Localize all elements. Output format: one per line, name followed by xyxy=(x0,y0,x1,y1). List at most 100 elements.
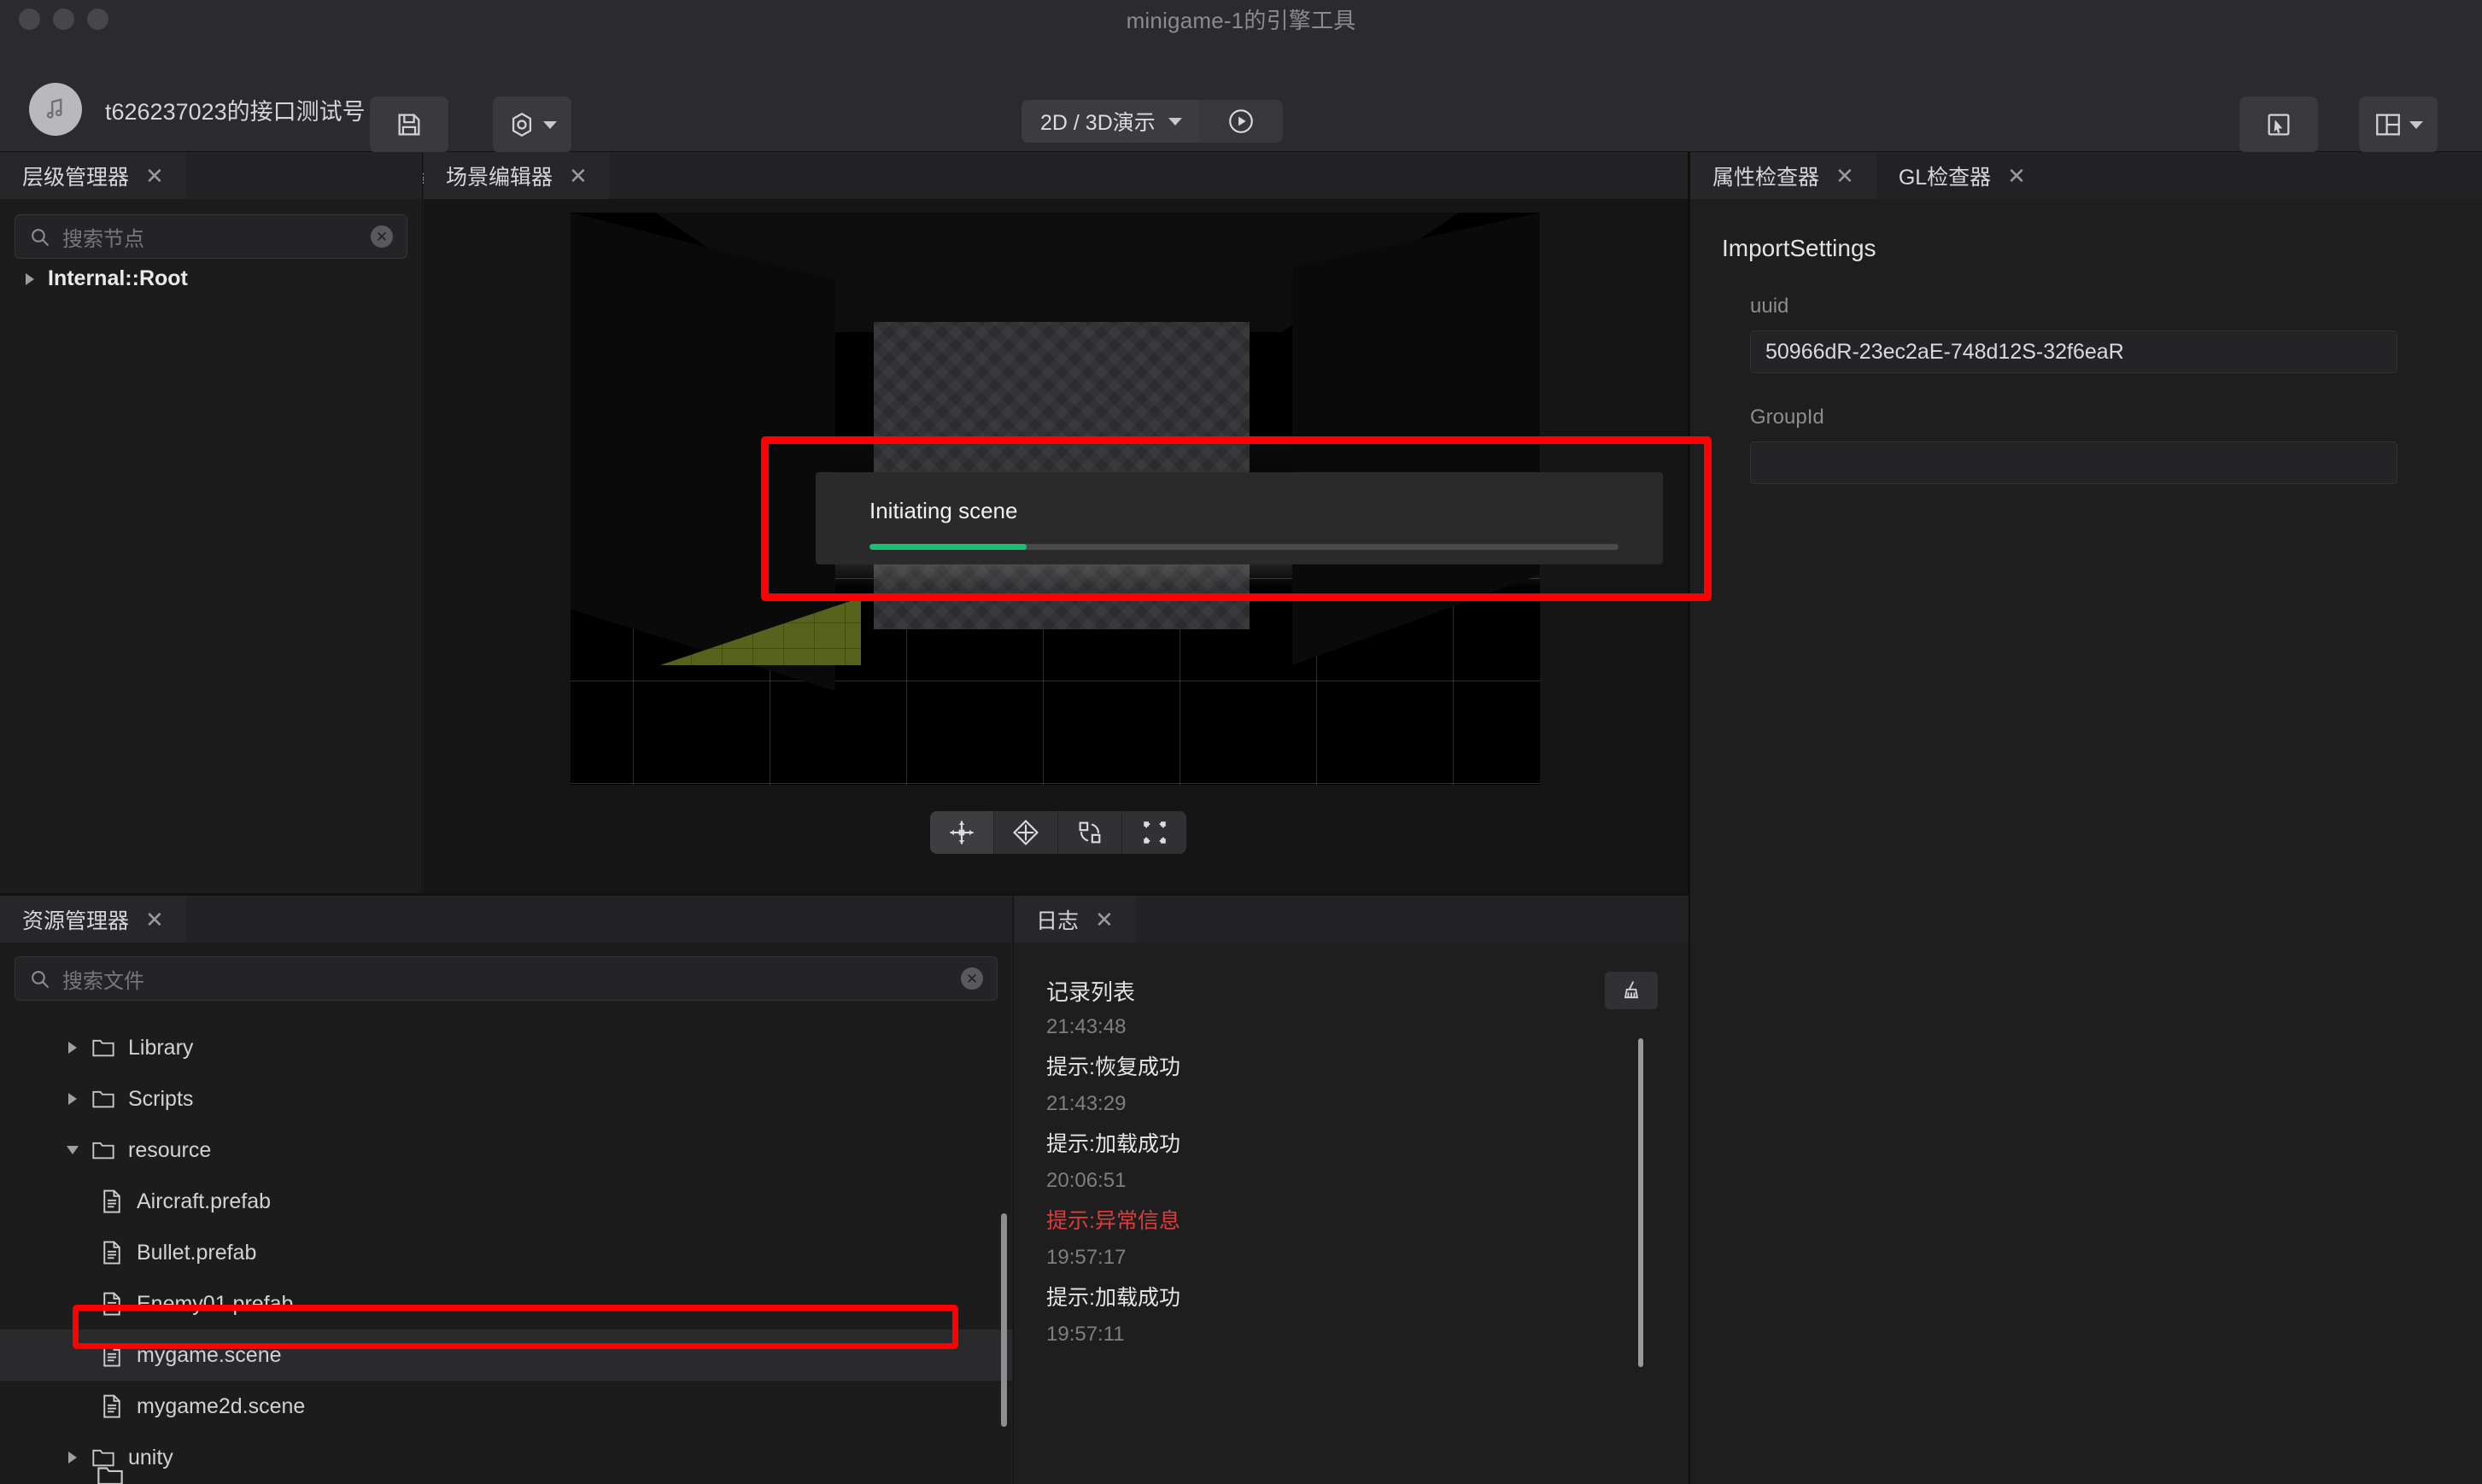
close-icon[interactable]: ✕ xyxy=(1835,165,1854,187)
tab-property-inspector[interactable]: 属性检查器 ✕ xyxy=(1690,152,1876,199)
tab-log[interactable]: 日志 ✕ xyxy=(1014,896,1136,943)
hierarchy-panel: 层级管理器 ✕ 搜索节点 ✕ Internal::Root xyxy=(0,152,423,895)
close-icon[interactable]: ✕ xyxy=(569,165,588,187)
log-entry-list: 21:43:48 提示:恢复成功 21:43:29 提示:加载成功 20:06:51 提示… xyxy=(1014,1015,1689,1484)
tab-hierarchy-label: 层级管理器 xyxy=(22,165,130,190)
search-icon xyxy=(32,970,49,988)
play-button[interactable] xyxy=(1198,100,1283,143)
chevron-right-icon[interactable] xyxy=(19,272,41,285)
folder-icon xyxy=(92,1039,114,1057)
tree-file-row[interactable]: Bullet.prefab xyxy=(0,1227,1012,1278)
save-icon xyxy=(398,114,420,136)
log-entry-message: 提示:恢复成功 xyxy=(1046,1055,1180,1079)
hierarchy-tree: Internal::Root xyxy=(0,259,422,299)
log-entry: 21:43:29 提示:加载成功 xyxy=(1014,1092,1689,1158)
mode-selector-label: 2D / 3D演示 xyxy=(1040,111,1156,135)
clear-log-button[interactable] xyxy=(1605,972,1658,1009)
hierarchy-search-placeholder: 搜索节点 xyxy=(62,227,144,251)
resource-file-tree: Library Scripts resource Aircraft.prefab Bul… xyxy=(0,1022,1012,1484)
selected-file-highlight-box xyxy=(73,1305,958,1349)
play-circle-icon xyxy=(1228,109,1253,133)
tab-scene-editor-label: 场景编辑器 xyxy=(446,165,553,190)
tree-folder-row[interactable]: unity xyxy=(0,1432,1012,1483)
resource-search-input[interactable]: 搜索文件 ✕ xyxy=(15,956,998,1001)
save-button[interactable] xyxy=(370,96,448,153)
field-uuid-input[interactable]: 50966dR-23ec2aE-748d12S-32f6eaR xyxy=(1750,330,2397,373)
folder-icon xyxy=(85,1035,121,1060)
resource-manager-panel: 资源管理器 ✕ 搜索文件 ✕ Library Scripts resource Air… xyxy=(0,896,1012,1484)
scale-bbox-icon xyxy=(1143,821,1166,844)
chevron-down-icon xyxy=(1168,117,1182,126)
folder-icon xyxy=(92,1142,114,1160)
log-scrollbar[interactable] xyxy=(1638,1038,1643,1367)
field-groupid-input[interactable] xyxy=(1750,441,2397,484)
log-header: 记录列表 xyxy=(1014,943,1689,1009)
tab-scene-editor[interactable]: 场景编辑器 ✕ xyxy=(424,152,610,199)
folder-icon xyxy=(92,1090,114,1108)
resource-tabbar-filler xyxy=(185,896,1012,943)
log-tabbar-filler xyxy=(1135,896,1689,943)
log-tabbar: 日志 ✕ xyxy=(1014,896,1689,943)
chevron-down-icon xyxy=(2409,120,2423,129)
chevron-right-icon[interactable] xyxy=(60,1452,85,1464)
tab-resource-manager-label: 资源管理器 xyxy=(22,909,130,933)
tree-item-label: Library xyxy=(128,1035,194,1060)
inspector-body: ImportSettings uuid 50966dR-23ec2aE-748d… xyxy=(1690,199,2482,484)
tab-hierarchy[interactable]: 层级管理器 ✕ xyxy=(0,152,186,199)
tree-item-label: mygame2d.scene xyxy=(137,1393,306,1418)
chevron-right-icon[interactable] xyxy=(60,1093,85,1105)
tab-property-inspector-label: 属性检查器 xyxy=(1712,165,1820,190)
hierarchy-tabbar-filler xyxy=(185,152,422,199)
file-icon xyxy=(103,1241,120,1265)
engine-version-button[interactable] xyxy=(2239,96,2318,153)
move-tool-button[interactable] xyxy=(930,811,994,854)
hierarchy-node-internal-root[interactable]: Internal::Root xyxy=(0,259,422,299)
tab-gl-inspector-label: GL检查器 xyxy=(1898,165,1992,190)
hierarchy-search-wrap: 搜索节点 ✕ xyxy=(0,199,422,259)
hierarchy-search-input[interactable]: 搜索节点 ✕ xyxy=(15,214,407,259)
file-icon xyxy=(94,1189,130,1214)
tree-file-row[interactable]: Aircraft.prefab xyxy=(0,1176,1012,1227)
log-panel: 日志 ✕ 记录列表 21:43:48 提示:恢复成功 21:43:29 提示:加载成功… xyxy=(1013,896,1689,1484)
account-block: t626237023的接口测试号 xyxy=(29,83,366,136)
scene-editor-tabbar: 场景编辑器 ✕ xyxy=(424,152,1689,199)
inspector-tabbar: 属性检查器 ✕ GL检查器 ✕ xyxy=(1690,152,2482,199)
close-icon[interactable]: ✕ xyxy=(2007,165,2026,187)
tab-gl-inspector[interactable]: GL检查器 ✕ xyxy=(1876,152,2048,199)
translate-tool-button[interactable] xyxy=(994,811,1058,854)
field-groupid: GroupId xyxy=(1722,406,2450,484)
gear-hex-icon xyxy=(512,112,532,137)
account-name: t626237023的接口测试号 xyxy=(105,98,366,125)
file-icon xyxy=(94,1240,130,1265)
move-arrows-icon xyxy=(950,821,974,844)
resource-tabbar: 资源管理器 ✕ xyxy=(0,896,1012,943)
log-entry: 19:57:11 xyxy=(1014,1323,1689,1347)
build-button[interactable] xyxy=(493,96,571,153)
chevron-down-icon[interactable] xyxy=(60,1146,85,1154)
folder-icon xyxy=(85,1137,121,1163)
tab-resource-manager[interactable]: 资源管理器 ✕ xyxy=(0,896,186,943)
avatar[interactable] xyxy=(29,83,82,136)
resource-scrollbar[interactable] xyxy=(1001,1213,1007,1427)
music-note-icon xyxy=(46,98,62,119)
tree-folder-row[interactable]: resource xyxy=(0,1125,1012,1176)
inspector-tabbar-filler xyxy=(2047,152,2482,199)
play-group: 2D / 3D演示 xyxy=(1021,100,1283,143)
close-icon[interactable]: ✕ xyxy=(1095,909,1114,931)
tree-file-row[interactable]: mygame2d.scene xyxy=(0,1381,1012,1432)
transform-gizmo-toolbar xyxy=(930,811,1186,854)
clear-circle-icon[interactable]: ✕ xyxy=(961,967,983,990)
mode-selector[interactable]: 2D / 3D演示 xyxy=(1021,100,1199,143)
rotate-tool-button[interactable] xyxy=(1058,811,1122,854)
clear-circle-icon[interactable]: ✕ xyxy=(371,225,393,248)
window-title: minigame-1的引擎工具 xyxy=(1126,8,1356,33)
tree-folder-row[interactable]: Library xyxy=(0,1022,1012,1073)
inspector-panel: 属性检查器 ✕ GL检查器 ✕ ImportSettings uuid 5096… xyxy=(1689,152,2482,1484)
close-icon[interactable]: ✕ xyxy=(145,165,164,187)
close-icon[interactable]: ✕ xyxy=(145,909,164,931)
view-button[interactable] xyxy=(2359,96,2438,153)
tree-folder-row[interactable]: Scripts xyxy=(0,1073,1012,1125)
tree-item-label: Bullet.prefab xyxy=(137,1240,257,1265)
scale-tool-button[interactable] xyxy=(1122,811,1186,854)
chevron-right-icon[interactable] xyxy=(60,1042,85,1054)
